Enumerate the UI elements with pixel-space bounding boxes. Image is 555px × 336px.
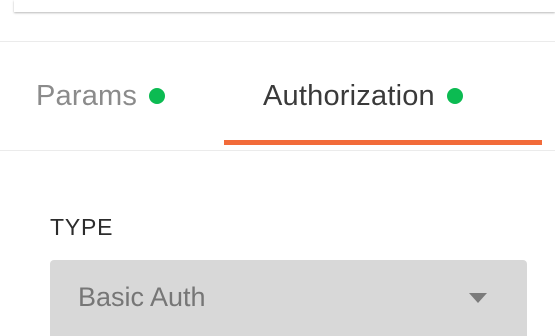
request-editor: Params Authorization TYPE Basic Auth [0,0,555,336]
chevron-down-icon [469,293,487,303]
request-tabs: Params Authorization [0,42,555,150]
auth-type-label: TYPE [50,214,114,240]
status-dot-icon [149,88,166,104]
auth-type-value: Basic Auth [78,281,206,312]
active-tab-underline [224,140,542,145]
tabs-divider [0,150,555,151]
tab-params-label: Params [36,79,138,112]
tab-authorization-label: Authorization [263,79,435,112]
tab-authorization[interactable]: Authorization [224,42,542,150]
url-bar-edge [14,0,555,12]
auth-type-select[interactable]: Basic Auth [50,260,527,336]
status-dot-icon [446,88,463,104]
tab-params[interactable]: Params [36,42,166,150]
